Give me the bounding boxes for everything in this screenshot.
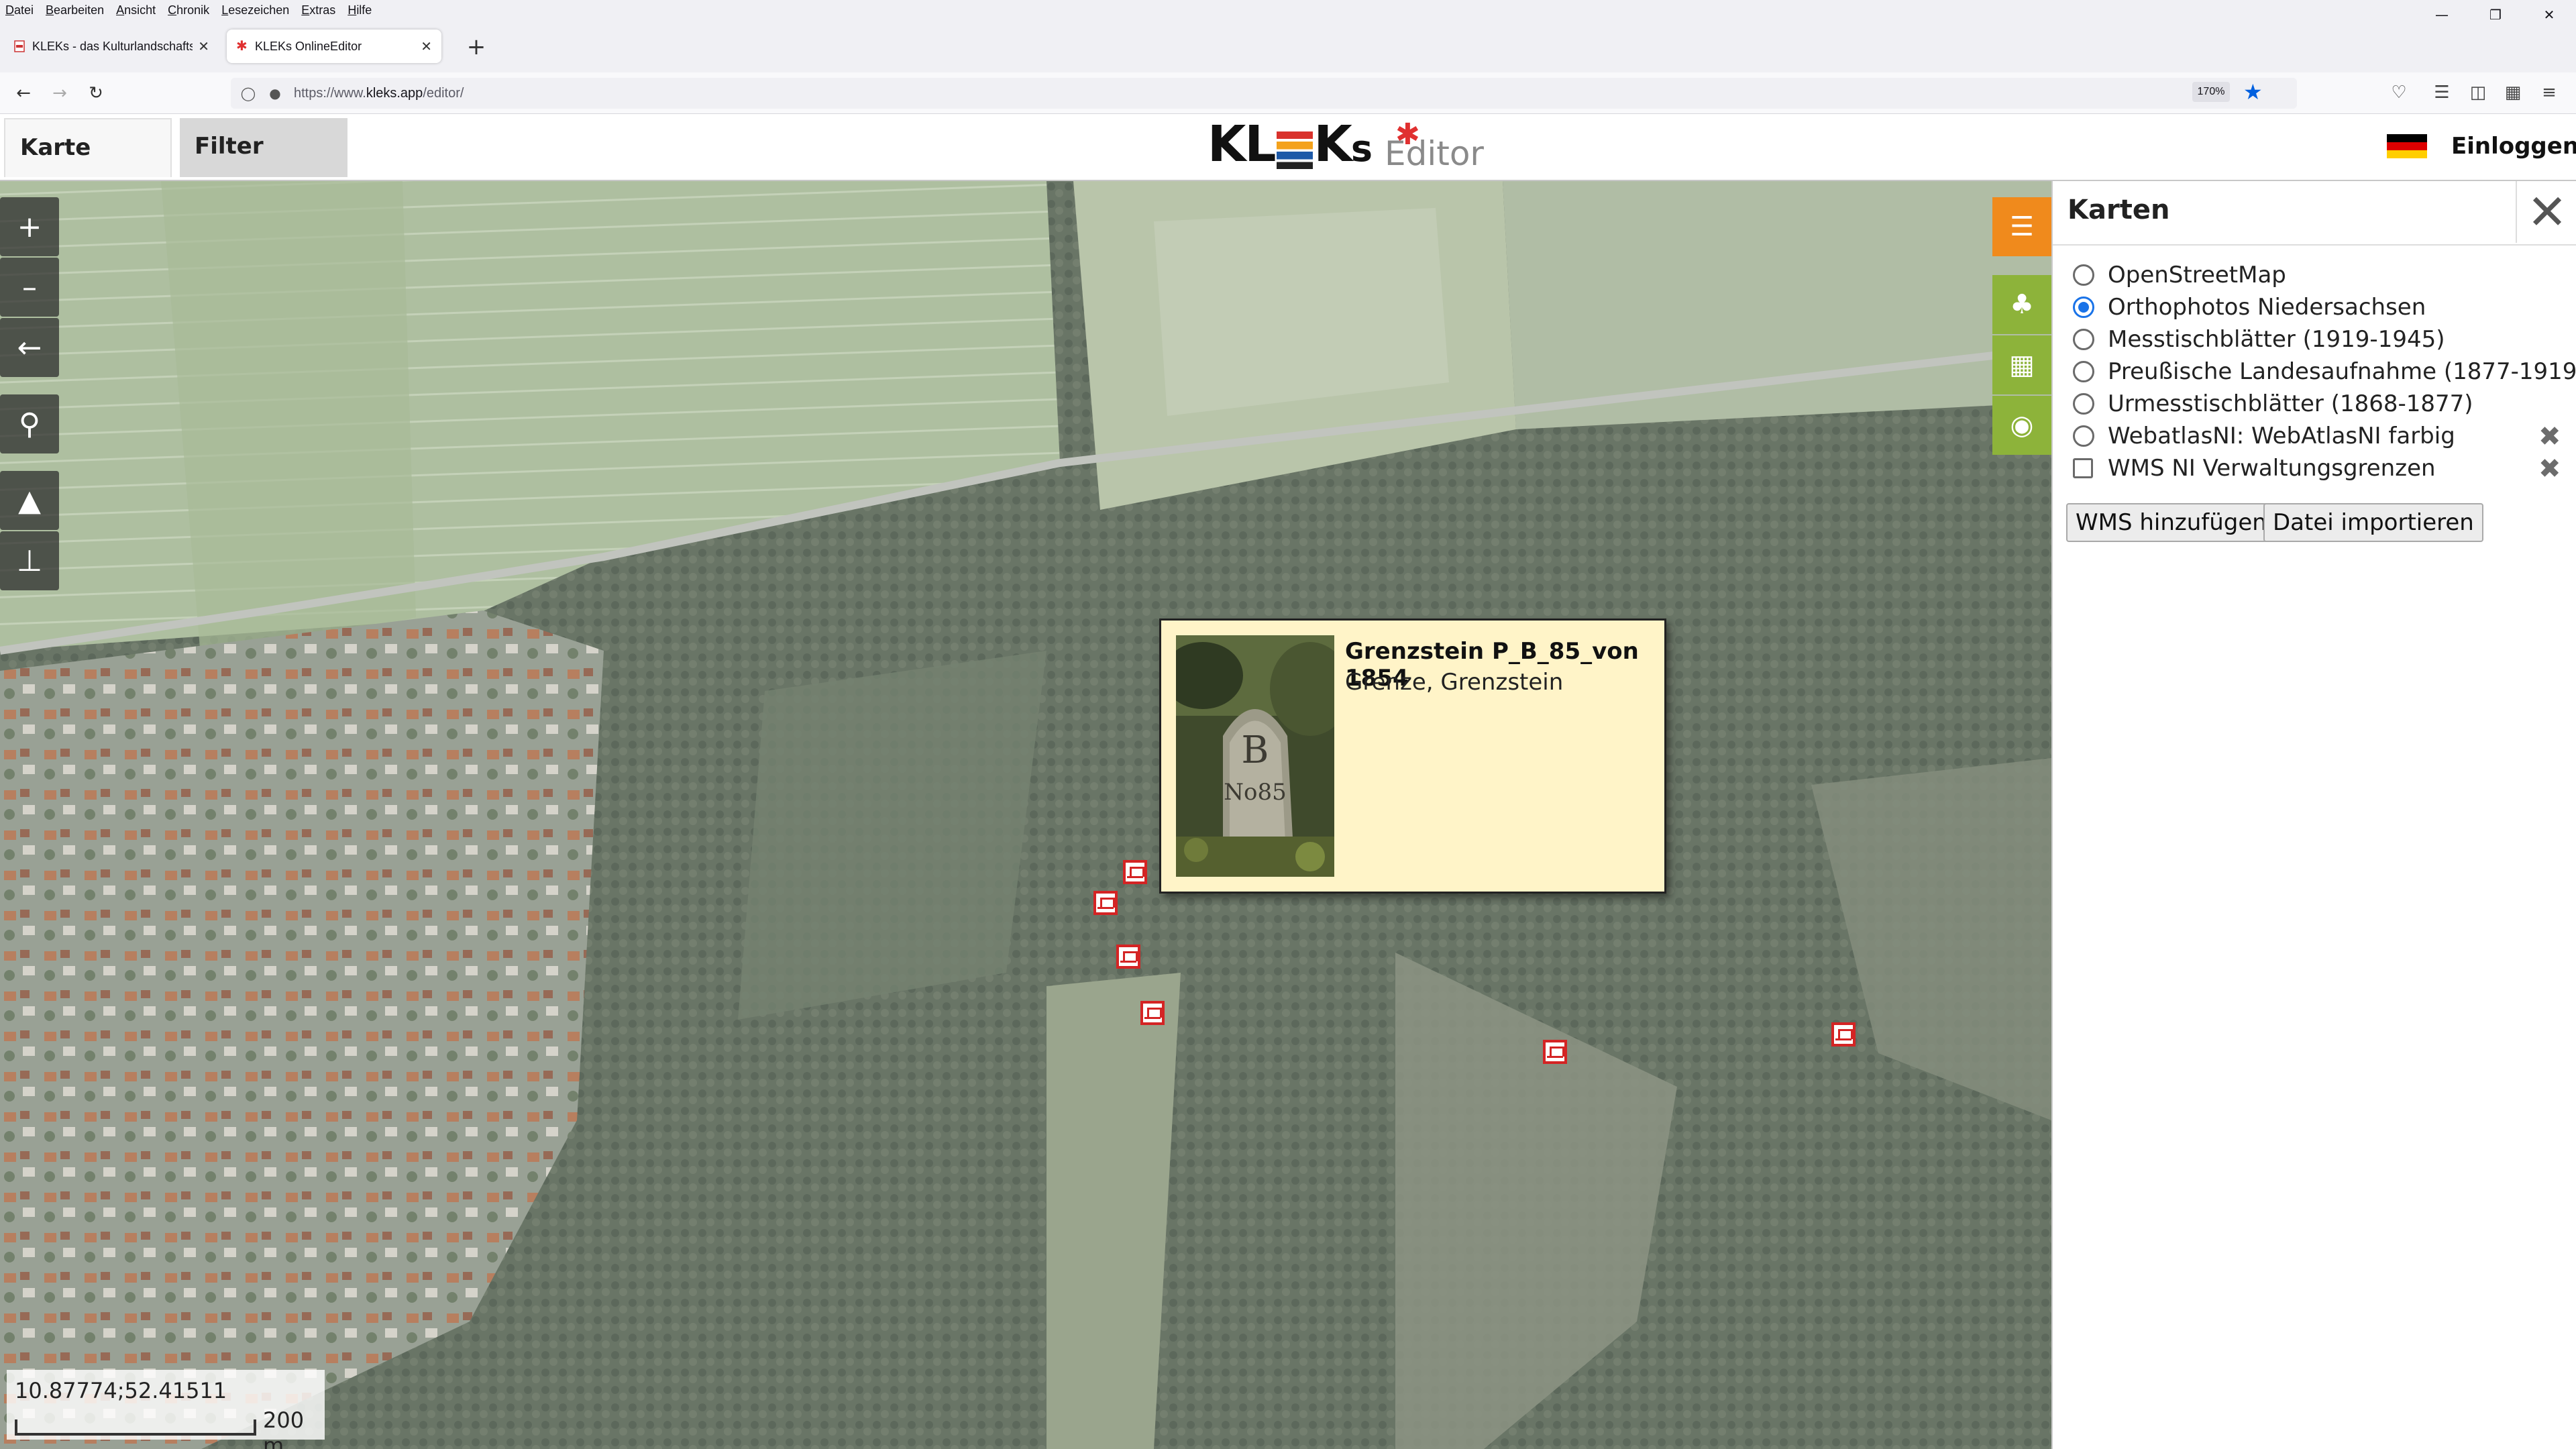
- aerial-photo: [0, 181, 2051, 1449]
- pocket-icon[interactable]: ♡: [2385, 79, 2412, 106]
- browser-menubar: Datei Bearbeiten Ansicht Chronik Lesezei…: [0, 0, 2576, 20]
- tab-kleks-editor[interactable]: ✱ KLEKs OnlineEditor ✕: [227, 30, 441, 63]
- login-link[interactable]: Einloggen: [2451, 133, 2576, 160]
- boundary-stone-photo[interactable]: B No85: [1176, 635, 1334, 877]
- radio-button[interactable]: [2073, 393, 2094, 415]
- layer-label: WebatlasNI: WebAtlasNI farbig: [2108, 423, 2455, 449]
- pdf-icon: [14, 40, 25, 52]
- back-icon[interactable]: ←: [11, 80, 36, 106]
- layer-option-openstreetmap[interactable]: OpenStreetMap: [2073, 260, 2286, 290]
- layer-option-orthophotos[interactable]: Orthophotos Niedersachsen: [2073, 292, 2426, 322]
- tab-title: KLEKs - das Kulturlandschafts-W: [32, 39, 193, 53]
- menu-lesezeichen[interactable]: Lesezeichen: [221, 3, 289, 17]
- layer-option-preussische-landesaufnahme[interactable]: Preußische Landesaufnahme (1877-1919): [2073, 357, 2576, 386]
- sign-icon[interactable]: ▦: [1992, 335, 2051, 394]
- boundary-stone-marker[interactable]: [1123, 860, 1147, 884]
- tab-close-icon[interactable]: ✕: [421, 38, 432, 55]
- menu-extras[interactable]: Extras: [301, 3, 335, 17]
- radio-button[interactable]: [2073, 264, 2094, 286]
- german-flag-icon[interactable]: [2387, 134, 2427, 158]
- checkbox[interactable]: [2073, 458, 2093, 478]
- menu-datei[interactable]: Datei: [5, 3, 34, 17]
- layer-option-urmesstischblaetter[interactable]: Urmesstischblätter (1868-1877): [2073, 389, 2473, 419]
- boundary-stone-marker[interactable]: [1543, 1040, 1567, 1064]
- svg-text:No85: No85: [1224, 779, 1286, 806]
- layer-option-messtischblaetter[interactable]: Messtischblätter (1919-1945): [2073, 325, 2445, 354]
- tab-bar: KLEKs - das Kulturlandschafts-W ✕ ✱ KLEK…: [0, 20, 2576, 72]
- zoom-level-badge[interactable]: 170%: [2192, 82, 2230, 102]
- new-tab-icon[interactable]: +: [463, 34, 490, 60]
- ruler-icon[interactable]: ▲: [0, 471, 59, 530]
- panel-divider: [2053, 244, 2576, 246]
- tree-icon[interactable]: ♣: [1992, 275, 2051, 334]
- layer-label: Preußische Landesaufnahme (1877-1919): [2108, 358, 2576, 385]
- extensions-icon[interactable]: ▦: [2500, 79, 2526, 106]
- zoom-out-icon[interactable]: –: [0, 258, 59, 317]
- address-bar[interactable]: ◯ ● https://www.kleks.app/editor/: [231, 78, 2297, 109]
- forward-icon[interactable]: →: [47, 80, 72, 106]
- boundary-stone-marker[interactable]: [1093, 891, 1118, 915]
- bookmark-star-icon[interactable]: ★: [2243, 79, 2263, 105]
- radio-button[interactable]: [2073, 425, 2094, 447]
- layers-panel: Karten ✕ OpenStreetMap Orthophotos Niede…: [2051, 181, 2576, 1449]
- lock-icon[interactable]: ●: [267, 85, 283, 101]
- tab-kleks-home[interactable]: KLEKs - das Kulturlandschafts-W ✕: [4, 30, 219, 63]
- kleks-logo: KL Ks ✱ Editor: [1208, 115, 1484, 173]
- layer-label: WMS NI Verwaltungsgrenzen: [2108, 455, 2436, 482]
- feature-popup[interactable]: B No85 Grenzstein P_B_85_von 1854 Grenze…: [1159, 619, 1666, 894]
- camera-icon[interactable]: ◉: [1992, 396, 2051, 455]
- radio-button[interactable]: [2073, 329, 2094, 350]
- scale-bar: [15, 1419, 256, 1436]
- back-arrow-icon[interactable]: ←: [0, 318, 59, 377]
- coordinate-scale-box: 10.87774;52.41511 200 m: [7, 1370, 325, 1449]
- radio-button-selected[interactable]: [2073, 297, 2094, 318]
- layer-label: OpenStreetMap: [2108, 262, 2286, 288]
- import-file-button[interactable]: Datei importieren: [2263, 503, 2483, 542]
- scale-label: 200 m: [263, 1407, 305, 1449]
- layer-option-webatlasni[interactable]: WebatlasNI: WebAtlasNI farbig: [2073, 421, 2455, 451]
- sidebar-icon[interactable]: ◫: [2465, 79, 2491, 106]
- menu-hilfe[interactable]: Hilfe: [347, 3, 372, 17]
- panel-title: Karten: [2068, 195, 2170, 225]
- url-text[interactable]: https://www.kleks.app/editor/: [294, 86, 464, 101]
- shield-icon[interactable]: ◯: [240, 85, 256, 101]
- layer-label: Urmesstischblätter (1868-1877): [2108, 390, 2473, 417]
- add-wms-button[interactable]: WMS hinzufügen: [2066, 503, 2276, 542]
- boundary-stone-marker[interactable]: [1831, 1022, 1856, 1046]
- layers-icon[interactable]: ☰: [1992, 197, 2051, 256]
- search-icon[interactable]: ⚲: [0, 394, 59, 453]
- popup-subtitle: Grenze, Grenzstein: [1345, 669, 1564, 696]
- hamburger-menu-icon[interactable]: ≡: [2536, 79, 2563, 106]
- tab-filter[interactable]: Filter: [180, 118, 347, 177]
- layer-label: Orthophotos Niedersachsen: [2108, 294, 2426, 321]
- menu-ansicht[interactable]: Ansicht: [116, 3, 156, 17]
- svg-text:B: B: [1241, 729, 1269, 772]
- remove-layer-icon[interactable]: ✖: [2538, 453, 2561, 484]
- coordinate-readout: 10.87774;52.41511: [15, 1378, 227, 1403]
- close-panel-icon[interactable]: ✕: [2516, 181, 2576, 243]
- map-canvas[interactable]: + – ← ⚲ ▲ ⊥ ☰ ♣ ▦ ◉ 10.87774;52.41511 20…: [0, 181, 2051, 1449]
- menu-chronik[interactable]: Chronik: [168, 3, 209, 17]
- boundary-stone-marker[interactable]: [1140, 1001, 1165, 1025]
- zoom-in-icon[interactable]: +: [0, 197, 59, 256]
- boundary-stone-marker[interactable]: [1116, 945, 1140, 969]
- tab-title: KLEKs OnlineEditor: [255, 39, 362, 53]
- kleks-favicon-icon: ✱: [236, 39, 248, 54]
- library-icon[interactable]: ☰: [2428, 79, 2455, 106]
- tab-karte[interactable]: Karte: [4, 118, 172, 177]
- layer-option-verwaltungsgrenzen[interactable]: WMS NI Verwaltungsgrenzen: [2073, 453, 2436, 483]
- menu-bearbeiten[interactable]: Bearbeiten: [46, 3, 104, 17]
- tab-close-icon[interactable]: ✕: [198, 38, 209, 55]
- reload-icon[interactable]: ↻: [83, 80, 109, 106]
- radio-button[interactable]: [2073, 361, 2094, 382]
- remove-layer-icon[interactable]: ✖: [2538, 421, 2561, 452]
- navigation-bar: ← → ↻ ◯ ● https://www.kleks.app/editor/: [0, 72, 2576, 114]
- layer-label: Messtischblätter (1919-1945): [2108, 326, 2445, 353]
- measure-area-icon[interactable]: ⊥: [0, 531, 59, 590]
